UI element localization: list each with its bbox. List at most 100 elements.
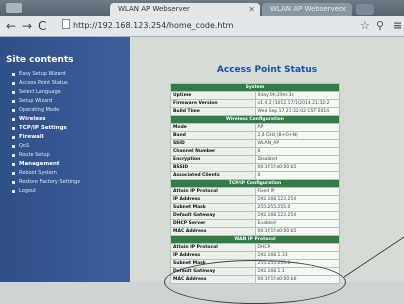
bullet-icon (12, 190, 15, 193)
sidebar-item[interactable]: QoS (12, 142, 130, 151)
forward-arrow-icon[interactable]: → (22, 18, 32, 34)
sidebar-item-label: Route Setup (19, 152, 50, 158)
browser-tab-active[interactable]: WLAN AP Webserver ✕ (110, 3, 260, 16)
row-value: 00:1f:1f:a0:00:b5 (254, 163, 340, 172)
page-title: Access Point Status (216, 65, 318, 75)
bullet-icon (12, 172, 15, 175)
row-label: Subnet Mask (170, 203, 256, 212)
row-value: 0 (254, 171, 340, 180)
sidebar-item[interactable]: Firewall (12, 133, 130, 142)
sidebar-item-label: Wireless (19, 116, 46, 122)
sidebar-item[interactable]: Select Language (12, 88, 130, 97)
sidebar-item-label: Reboot System (19, 170, 57, 176)
bullet-icon (12, 82, 15, 85)
row-value: Disabled (254, 155, 340, 164)
sidebar-item[interactable]: Operating Mode (12, 106, 130, 115)
sidebar-item-label: Operating Mode (19, 107, 60, 113)
address-bar[interactable]: http://192.168.123.254/home_code.htm (62, 19, 342, 33)
bullet-icon (12, 163, 15, 166)
row-label: IP Address (170, 195, 256, 204)
table-row: Build Time Wed Sep 17 21:32:02 CST 2014 (170, 107, 340, 116)
sidebar-item[interactable]: Easy Setup Wizard (12, 70, 130, 79)
window-menu-icon[interactable] (6, 3, 22, 13)
bullet-icon (12, 73, 15, 76)
table-section-row: TCP/IP Configuration (170, 179, 340, 188)
row-value: 192.168.1.33 (254, 251, 340, 260)
sidebar-item-label: Access Point Status (19, 80, 68, 86)
table-row: Attain IP Protocol DHCP (170, 243, 340, 252)
bullet-icon (12, 109, 15, 112)
table-row: Firmware Version v1.4.2 (1012.17/1/2014 2… (170, 99, 340, 108)
table-row: Default Gateway 192.168.123.254 (170, 211, 340, 220)
sidebar-item[interactable]: Setup Wizard (12, 97, 130, 106)
highlight-oval (164, 260, 346, 304)
row-value: 6 (254, 147, 340, 156)
sidebar-item[interactable]: Restore Factory Settings (12, 178, 130, 187)
sidebar-item[interactable]: TCP/IP Settings (12, 124, 130, 133)
menu-icon[interactable]: ≡ (393, 18, 402, 34)
sidebar-item[interactable]: Management (12, 160, 130, 169)
table-row: Mode AP (170, 123, 340, 132)
browser-tab-inactive[interactable]: WLAN AP Webserver ✕ (262, 3, 352, 16)
row-label: BSSID (170, 163, 256, 172)
search-icon[interactable]: ⚲ (376, 18, 384, 34)
bullet-icon (12, 118, 15, 121)
table-row: Encryption Disabled (170, 155, 340, 164)
sidebar-item-label: Setup Wizard (19, 98, 53, 104)
sidebar-item[interactable]: Access Point Status (12, 79, 130, 88)
table-row: IP Address 192.168.123.254 (170, 195, 340, 204)
sidebar-item[interactable]: Logout (12, 187, 130, 196)
row-label: Band (170, 131, 256, 140)
row-label: Associated Clients (170, 171, 256, 180)
new-tab-button[interactable] (356, 4, 374, 15)
table-row: Associated Clients 0 (170, 171, 340, 180)
bullet-icon (12, 181, 15, 184)
table-row: Subnet Mask 255.255.255.0 (170, 203, 340, 212)
bookmark-star-icon[interactable]: ☆ (360, 18, 370, 34)
row-label: Firmware Version (170, 99, 256, 108)
sidebar-item[interactable]: Reboot System (12, 169, 130, 178)
sidebar-menu: Easy Setup Wizard Access Point Status Sele… (12, 70, 130, 196)
sidebar: Site contents Easy Setup Wizard Access Po… (0, 37, 130, 282)
tab-title: WLAN AP Webserver (270, 5, 342, 13)
sidebar-item-label: Easy Setup Wizard (19, 71, 66, 77)
row-label: IP Address (170, 251, 256, 260)
sidebar-item-label: Select Language (19, 89, 61, 95)
row-value: 0day:0h:29m:3s (254, 91, 340, 100)
sidebar-item[interactable]: Route Setup (12, 151, 130, 160)
tab-close-icon[interactable]: ✕ (248, 3, 255, 16)
bullet-icon (12, 91, 15, 94)
row-label: Build Time (170, 107, 256, 116)
sidebar-title: Site contents (6, 55, 74, 65)
sidebar-item-label: Logout (19, 188, 37, 194)
tab-close-icon[interactable]: ✕ (340, 3, 347, 16)
bullet-icon (12, 136, 15, 139)
table-section-row: Wireless Configuration (170, 115, 340, 124)
table-row: Band 2.4 GHz (B+G+N) (170, 131, 340, 140)
page-icon (62, 19, 70, 29)
sidebar-item[interactable]: Wireless (12, 115, 130, 124)
row-value: 192.168.123.254 (254, 195, 340, 204)
section-header: System (170, 83, 340, 92)
row-value: 192.168.123.254 (254, 211, 340, 220)
table-row: SSID WLAN_AP (170, 139, 340, 148)
row-label: MAC Address (170, 227, 256, 236)
row-label: Attain IP Protocol (170, 187, 256, 196)
row-value: v1.4.2 (1012.17/1/2014 21:32:2 (254, 99, 340, 108)
back-arrow-icon[interactable]: ← (6, 18, 16, 34)
reload-icon[interactable]: C (38, 18, 46, 34)
table-row: Uptime 0day:0h:29m:3s (170, 91, 340, 100)
sidebar-item-label: Restore Factory Settings (19, 179, 80, 185)
row-label: DHCP Server (170, 219, 256, 228)
sidebar-item-label: QoS (19, 143, 30, 149)
row-label: Attain IP Protocol (170, 243, 256, 252)
row-label: Encryption (170, 155, 256, 164)
row-value: Fixed IP (254, 187, 340, 196)
section-header: WAN IP Protocol (170, 235, 340, 244)
status-table: System Uptime 0day:0h:29m:3s Firmware Versi… (170, 83, 340, 284)
row-label: Default Gateway (170, 211, 256, 220)
row-label: SSID (170, 139, 256, 148)
row-label: Uptime (170, 91, 256, 100)
browser-tab-bar: WLAN AP Webserver ✕ WLAN AP Webserver ✕ (0, 0, 404, 16)
url-text: http://192.168.123.254/home_code.htm (73, 21, 234, 30)
